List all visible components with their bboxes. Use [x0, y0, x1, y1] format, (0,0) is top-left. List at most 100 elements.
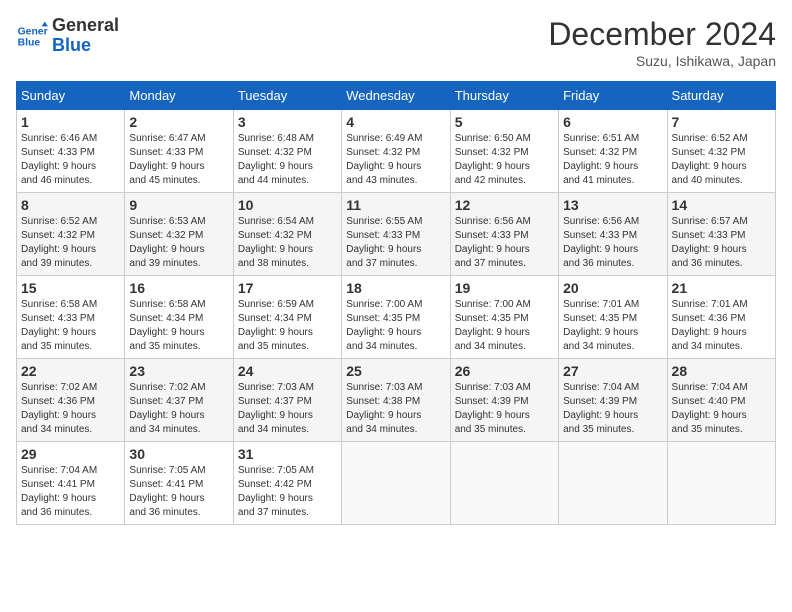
- calendar-day-cell: [559, 442, 667, 525]
- calendar-body: 1 Sunrise: 6:46 AM Sunset: 4:33 PM Daylig…: [17, 110, 776, 525]
- calendar-day-cell: 22 Sunrise: 7:02 AM Sunset: 4:36 PM Dayli…: [17, 359, 125, 442]
- day-number: 6: [563, 114, 662, 130]
- day-number: 30: [129, 446, 228, 462]
- calendar-day-cell: 31Sunrise: 7:05 AM Sunset: 4:42 PM Dayli…: [233, 442, 341, 525]
- logo-icon: General Blue: [16, 20, 48, 52]
- day-info: Sunrise: 6:55 AM Sunset: 4:33 PM Dayligh…: [346, 215, 445, 271]
- day-info: Sunrise: 6:58 AM Sunset: 4:33 PM Dayligh…: [21, 298, 120, 354]
- calendar-day-cell: 26Sunrise: 7:03 AM Sunset: 4:39 PM Dayli…: [450, 359, 558, 442]
- calendar-table: SundayMondayTuesdayWednesdayThursdayFrid…: [16, 81, 776, 525]
- calendar-day-cell: 29Sunrise: 7:04 AM Sunset: 4:41 PM Dayli…: [17, 442, 125, 525]
- day-number: 13: [563, 197, 662, 213]
- calendar-day-cell: 23Sunrise: 7:02 AM Sunset: 4:37 PM Dayli…: [125, 359, 233, 442]
- calendar-day-cell: [667, 442, 775, 525]
- weekday-header-cell: Saturday: [667, 82, 775, 110]
- calendar-day-cell: 15 Sunrise: 6:58 AM Sunset: 4:33 PM Dayli…: [17, 276, 125, 359]
- day-info: Sunrise: 6:46 AM Sunset: 4:33 PM Dayligh…: [21, 132, 120, 188]
- calendar-day-cell: 18 Sunrise: 7:00 AM Sunset: 4:35 PM Dayli…: [342, 276, 450, 359]
- month-title: December 2024: [548, 16, 776, 53]
- day-number: 23: [129, 363, 228, 379]
- calendar-day-cell: 14Sunrise: 6:57 AM Sunset: 4:33 PM Dayli…: [667, 193, 775, 276]
- calendar-day-cell: 8 Sunrise: 6:52 AM Sunset: 4:32 PM Daylig…: [17, 193, 125, 276]
- day-info: Sunrise: 6:50 AM Sunset: 4:32 PM Dayligh…: [455, 132, 554, 188]
- day-info: Sunrise: 7:03 AM Sunset: 4:37 PM Dayligh…: [238, 381, 337, 437]
- day-number: 15: [21, 280, 120, 296]
- day-number: 26: [455, 363, 554, 379]
- calendar-day-cell: 17 Sunrise: 6:59 AM Sunset: 4:34 PM Dayli…: [233, 276, 341, 359]
- day-number: 3: [238, 114, 337, 130]
- calendar-day-cell: 28 Sunrise: 7:04 AM Sunset: 4:40 PM Dayli…: [667, 359, 775, 442]
- day-info: Sunrise: 6:49 AM Sunset: 4:32 PM Dayligh…: [346, 132, 445, 188]
- calendar-day-cell: 16Sunrise: 6:58 AM Sunset: 4:34 PM Dayli…: [125, 276, 233, 359]
- day-number: 25: [346, 363, 445, 379]
- day-number: 17: [238, 280, 337, 296]
- calendar-day-cell: 1 Sunrise: 6:46 AM Sunset: 4:33 PM Daylig…: [17, 110, 125, 193]
- calendar-day-cell: 7 Sunrise: 6:52 AM Sunset: 4:32 PM Daylig…: [667, 110, 775, 193]
- title-block: December 2024 Suzu, Ishikawa, Japan: [548, 16, 776, 69]
- calendar-week-row: 1 Sunrise: 6:46 AM Sunset: 4:33 PM Daylig…: [17, 110, 776, 193]
- day-info: Sunrise: 6:52 AM Sunset: 4:32 PM Dayligh…: [672, 132, 771, 188]
- day-number: 21: [672, 280, 771, 296]
- calendar-day-cell: 5 Sunrise: 6:50 AM Sunset: 4:32 PM Daylig…: [450, 110, 558, 193]
- day-info: Sunrise: 7:00 AM Sunset: 4:35 PM Dayligh…: [346, 298, 445, 354]
- day-number: 7: [672, 114, 771, 130]
- calendar-day-cell: 10 Sunrise: 6:54 AM Sunset: 4:32 PM Dayli…: [233, 193, 341, 276]
- day-info: Sunrise: 6:54 AM Sunset: 4:32 PM Dayligh…: [238, 215, 337, 271]
- day-number: 19: [455, 280, 554, 296]
- calendar-day-cell: 13Sunrise: 6:56 AM Sunset: 4:33 PM Dayli…: [559, 193, 667, 276]
- calendar-day-cell: 25Sunrise: 7:03 AM Sunset: 4:38 PM Dayli…: [342, 359, 450, 442]
- day-info: Sunrise: 7:04 AM Sunset: 4:40 PM Dayligh…: [672, 381, 771, 437]
- day-number: 11: [346, 197, 445, 213]
- calendar-day-cell: 27 Sunrise: 7:04 AM Sunset: 4:39 PM Dayli…: [559, 359, 667, 442]
- calendar-day-cell: 3 Sunrise: 6:48 AM Sunset: 4:32 PM Daylig…: [233, 110, 341, 193]
- day-number: 9: [129, 197, 228, 213]
- day-number: 28: [672, 363, 771, 379]
- day-info: Sunrise: 6:52 AM Sunset: 4:32 PM Dayligh…: [21, 215, 120, 271]
- day-number: 5: [455, 114, 554, 130]
- day-number: 2: [129, 114, 228, 130]
- day-info: Sunrise: 7:02 AM Sunset: 4:36 PM Dayligh…: [21, 381, 120, 437]
- weekday-header-cell: Friday: [559, 82, 667, 110]
- day-info: Sunrise: 7:01 AM Sunset: 4:36 PM Dayligh…: [672, 298, 771, 354]
- day-info: Sunrise: 7:04 AM Sunset: 4:41 PM Dayligh…: [21, 464, 120, 520]
- day-info: Sunrise: 6:47 AM Sunset: 4:33 PM Dayligh…: [129, 132, 228, 188]
- day-number: 20: [563, 280, 662, 296]
- day-info: Sunrise: 6:53 AM Sunset: 4:32 PM Dayligh…: [129, 215, 228, 271]
- weekday-header-cell: Monday: [125, 82, 233, 110]
- calendar-day-cell: 19Sunrise: 7:00 AM Sunset: 4:35 PM Dayli…: [450, 276, 558, 359]
- calendar-day-cell: [450, 442, 558, 525]
- day-number: 22: [21, 363, 120, 379]
- day-number: 16: [129, 280, 228, 296]
- calendar-day-cell: 4Sunrise: 6:49 AM Sunset: 4:32 PM Daylig…: [342, 110, 450, 193]
- day-info: Sunrise: 7:05 AM Sunset: 4:42 PM Dayligh…: [238, 464, 337, 520]
- svg-text:General: General: [18, 26, 48, 37]
- day-info: Sunrise: 6:57 AM Sunset: 4:33 PM Dayligh…: [672, 215, 771, 271]
- calendar-day-cell: 2 Sunrise: 6:47 AM Sunset: 4:33 PM Daylig…: [125, 110, 233, 193]
- day-number: 8: [21, 197, 120, 213]
- calendar-day-cell: 24 Sunrise: 7:03 AM Sunset: 4:37 PM Dayli…: [233, 359, 341, 442]
- weekday-header-row: SundayMondayTuesdayWednesdayThursdayFrid…: [17, 82, 776, 110]
- weekday-header-cell: Tuesday: [233, 82, 341, 110]
- day-info: Sunrise: 7:01 AM Sunset: 4:35 PM Dayligh…: [563, 298, 662, 354]
- day-info: Sunrise: 7:04 AM Sunset: 4:39 PM Dayligh…: [563, 381, 662, 437]
- day-number: 1: [21, 114, 120, 130]
- day-info: Sunrise: 6:56 AM Sunset: 4:33 PM Dayligh…: [455, 215, 554, 271]
- page-header: General Blue General Blue December 2024 …: [16, 16, 776, 69]
- location-subtitle: Suzu, Ishikawa, Japan: [548, 53, 776, 69]
- weekday-header-cell: Wednesday: [342, 82, 450, 110]
- day-info: Sunrise: 6:48 AM Sunset: 4:32 PM Dayligh…: [238, 132, 337, 188]
- calendar-day-cell: 11 Sunrise: 6:55 AM Sunset: 4:33 PM Dayli…: [342, 193, 450, 276]
- day-number: 24: [238, 363, 337, 379]
- calendar-day-cell: [342, 442, 450, 525]
- day-number: 18: [346, 280, 445, 296]
- weekday-header-cell: Sunday: [17, 82, 125, 110]
- day-info: Sunrise: 6:59 AM Sunset: 4:34 PM Dayligh…: [238, 298, 337, 354]
- day-number: 10: [238, 197, 337, 213]
- calendar-week-row: 15 Sunrise: 6:58 AM Sunset: 4:33 PM Dayli…: [17, 276, 776, 359]
- calendar-day-cell: 9 Sunrise: 6:53 AM Sunset: 4:32 PM Daylig…: [125, 193, 233, 276]
- logo-text: General Blue: [52, 16, 119, 56]
- calendar-week-row: 8 Sunrise: 6:52 AM Sunset: 4:32 PM Daylig…: [17, 193, 776, 276]
- calendar-day-cell: 20 Sunrise: 7:01 AM Sunset: 4:35 PM Dayli…: [559, 276, 667, 359]
- day-number: 27: [563, 363, 662, 379]
- calendar-day-cell: 12Sunrise: 6:56 AM Sunset: 4:33 PM Dayli…: [450, 193, 558, 276]
